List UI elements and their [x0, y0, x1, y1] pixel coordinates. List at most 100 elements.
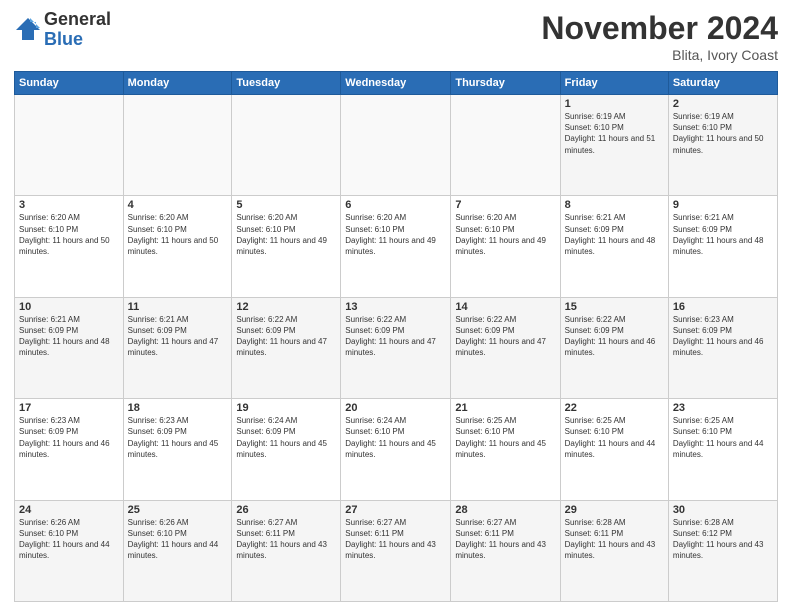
calendar-cell: 19Sunrise: 6:24 AMSunset: 6:09 PMDayligh…	[232, 399, 341, 500]
day-info: Sunrise: 6:20 AMSunset: 6:10 PMDaylight:…	[128, 212, 228, 257]
day-number: 8	[565, 199, 664, 211]
day-info: Sunrise: 6:21 AMSunset: 6:09 PMDaylight:…	[19, 314, 119, 359]
day-info: Sunrise: 6:22 AMSunset: 6:09 PMDaylight:…	[236, 314, 336, 359]
col-wednesday: Wednesday	[341, 72, 451, 95]
day-info: Sunrise: 6:21 AMSunset: 6:09 PMDaylight:…	[128, 314, 228, 359]
logo-icon	[14, 16, 42, 44]
logo-blue: Blue	[44, 30, 111, 50]
col-sunday: Sunday	[15, 72, 124, 95]
calendar-cell: 16Sunrise: 6:23 AMSunset: 6:09 PMDayligh…	[668, 297, 777, 398]
day-number: 10	[19, 301, 119, 313]
day-number: 15	[565, 301, 664, 313]
day-number: 4	[128, 199, 228, 211]
day-info: Sunrise: 6:19 AMSunset: 6:10 PMDaylight:…	[565, 111, 664, 156]
day-number: 21	[455, 402, 555, 414]
day-info: Sunrise: 6:23 AMSunset: 6:09 PMDaylight:…	[673, 314, 773, 359]
day-number: 11	[128, 301, 228, 313]
page-container: General Blue November 2024 Blita, Ivory …	[0, 0, 792, 612]
day-number: 26	[236, 504, 336, 516]
calendar-cell: 17Sunrise: 6:23 AMSunset: 6:09 PMDayligh…	[15, 399, 124, 500]
day-info: Sunrise: 6:22 AMSunset: 6:09 PMDaylight:…	[345, 314, 446, 359]
calendar-cell: 6Sunrise: 6:20 AMSunset: 6:10 PMDaylight…	[341, 196, 451, 297]
calendar-cell: 1Sunrise: 6:19 AMSunset: 6:10 PMDaylight…	[560, 95, 668, 196]
calendar-cell: 29Sunrise: 6:28 AMSunset: 6:11 PMDayligh…	[560, 500, 668, 601]
day-info: Sunrise: 6:20 AMSunset: 6:10 PMDaylight:…	[345, 212, 446, 257]
calendar-week-3: 10Sunrise: 6:21 AMSunset: 6:09 PMDayligh…	[15, 297, 778, 398]
calendar-cell: 23Sunrise: 6:25 AMSunset: 6:10 PMDayligh…	[668, 399, 777, 500]
logo: General Blue	[14, 10, 111, 50]
calendar-table: Sunday Monday Tuesday Wednesday Thursday…	[14, 71, 778, 602]
calendar-cell: 14Sunrise: 6:22 AMSunset: 6:09 PMDayligh…	[451, 297, 560, 398]
calendar-cell	[123, 95, 232, 196]
day-info: Sunrise: 6:25 AMSunset: 6:10 PMDaylight:…	[673, 415, 773, 460]
day-number: 19	[236, 402, 336, 414]
day-number: 23	[673, 402, 773, 414]
logo-general: General	[44, 10, 111, 30]
day-number: 5	[236, 199, 336, 211]
day-number: 9	[673, 199, 773, 211]
day-number: 28	[455, 504, 555, 516]
calendar-cell: 8Sunrise: 6:21 AMSunset: 6:09 PMDaylight…	[560, 196, 668, 297]
day-number: 16	[673, 301, 773, 313]
location: Blita, Ivory Coast	[541, 47, 778, 63]
calendar-cell: 10Sunrise: 6:21 AMSunset: 6:09 PMDayligh…	[15, 297, 124, 398]
day-info: Sunrise: 6:20 AMSunset: 6:10 PMDaylight:…	[236, 212, 336, 257]
day-info: Sunrise: 6:21 AMSunset: 6:09 PMDaylight:…	[673, 212, 773, 257]
col-tuesday: Tuesday	[232, 72, 341, 95]
calendar-cell: 30Sunrise: 6:28 AMSunset: 6:12 PMDayligh…	[668, 500, 777, 601]
day-number: 7	[455, 199, 555, 211]
calendar-cell	[15, 95, 124, 196]
calendar-cell: 2Sunrise: 6:19 AMSunset: 6:10 PMDaylight…	[668, 95, 777, 196]
day-number: 30	[673, 504, 773, 516]
day-info: Sunrise: 6:26 AMSunset: 6:10 PMDaylight:…	[19, 517, 119, 562]
day-info: Sunrise: 6:28 AMSunset: 6:12 PMDaylight:…	[673, 517, 773, 562]
col-monday: Monday	[123, 72, 232, 95]
calendar-cell: 27Sunrise: 6:27 AMSunset: 6:11 PMDayligh…	[341, 500, 451, 601]
day-number: 1	[565, 98, 664, 110]
calendar-cell: 12Sunrise: 6:22 AMSunset: 6:09 PMDayligh…	[232, 297, 341, 398]
day-number: 22	[565, 402, 664, 414]
day-number: 2	[673, 98, 773, 110]
day-info: Sunrise: 6:20 AMSunset: 6:10 PMDaylight:…	[19, 212, 119, 257]
day-number: 6	[345, 199, 446, 211]
calendar-week-1: 1Sunrise: 6:19 AMSunset: 6:10 PMDaylight…	[15, 95, 778, 196]
calendar-cell: 22Sunrise: 6:25 AMSunset: 6:10 PMDayligh…	[560, 399, 668, 500]
calendar-body: 1Sunrise: 6:19 AMSunset: 6:10 PMDaylight…	[15, 95, 778, 602]
day-number: 29	[565, 504, 664, 516]
day-info: Sunrise: 6:23 AMSunset: 6:09 PMDaylight:…	[128, 415, 228, 460]
day-number: 27	[345, 504, 446, 516]
calendar-cell: 9Sunrise: 6:21 AMSunset: 6:09 PMDaylight…	[668, 196, 777, 297]
day-number: 3	[19, 199, 119, 211]
calendar-cell	[341, 95, 451, 196]
day-number: 24	[19, 504, 119, 516]
calendar-week-4: 17Sunrise: 6:23 AMSunset: 6:09 PMDayligh…	[15, 399, 778, 500]
calendar-cell: 11Sunrise: 6:21 AMSunset: 6:09 PMDayligh…	[123, 297, 232, 398]
calendar-cell: 5Sunrise: 6:20 AMSunset: 6:10 PMDaylight…	[232, 196, 341, 297]
day-info: Sunrise: 6:21 AMSunset: 6:09 PMDaylight:…	[565, 212, 664, 257]
day-info: Sunrise: 6:27 AMSunset: 6:11 PMDaylight:…	[345, 517, 446, 562]
header: General Blue November 2024 Blita, Ivory …	[14, 10, 778, 63]
day-info: Sunrise: 6:28 AMSunset: 6:11 PMDaylight:…	[565, 517, 664, 562]
col-saturday: Saturday	[668, 72, 777, 95]
col-thursday: Thursday	[451, 72, 560, 95]
calendar-cell: 15Sunrise: 6:22 AMSunset: 6:09 PMDayligh…	[560, 297, 668, 398]
day-info: Sunrise: 6:22 AMSunset: 6:09 PMDaylight:…	[565, 314, 664, 359]
month-title: November 2024	[541, 10, 778, 47]
day-number: 18	[128, 402, 228, 414]
day-number: 20	[345, 402, 446, 414]
calendar-cell: 4Sunrise: 6:20 AMSunset: 6:10 PMDaylight…	[123, 196, 232, 297]
day-info: Sunrise: 6:19 AMSunset: 6:10 PMDaylight:…	[673, 111, 773, 156]
day-info: Sunrise: 6:25 AMSunset: 6:10 PMDaylight:…	[565, 415, 664, 460]
calendar-cell	[451, 95, 560, 196]
day-info: Sunrise: 6:22 AMSunset: 6:09 PMDaylight:…	[455, 314, 555, 359]
title-area: November 2024 Blita, Ivory Coast	[541, 10, 778, 63]
day-info: Sunrise: 6:24 AMSunset: 6:09 PMDaylight:…	[236, 415, 336, 460]
calendar-cell: 25Sunrise: 6:26 AMSunset: 6:10 PMDayligh…	[123, 500, 232, 601]
calendar-week-5: 24Sunrise: 6:26 AMSunset: 6:10 PMDayligh…	[15, 500, 778, 601]
calendar-cell: 18Sunrise: 6:23 AMSunset: 6:09 PMDayligh…	[123, 399, 232, 500]
calendar-header: Sunday Monday Tuesday Wednesday Thursday…	[15, 72, 778, 95]
logo-text: General Blue	[44, 10, 111, 50]
calendar-cell: 20Sunrise: 6:24 AMSunset: 6:10 PMDayligh…	[341, 399, 451, 500]
calendar-cell: 28Sunrise: 6:27 AMSunset: 6:11 PMDayligh…	[451, 500, 560, 601]
calendar-cell: 26Sunrise: 6:27 AMSunset: 6:11 PMDayligh…	[232, 500, 341, 601]
